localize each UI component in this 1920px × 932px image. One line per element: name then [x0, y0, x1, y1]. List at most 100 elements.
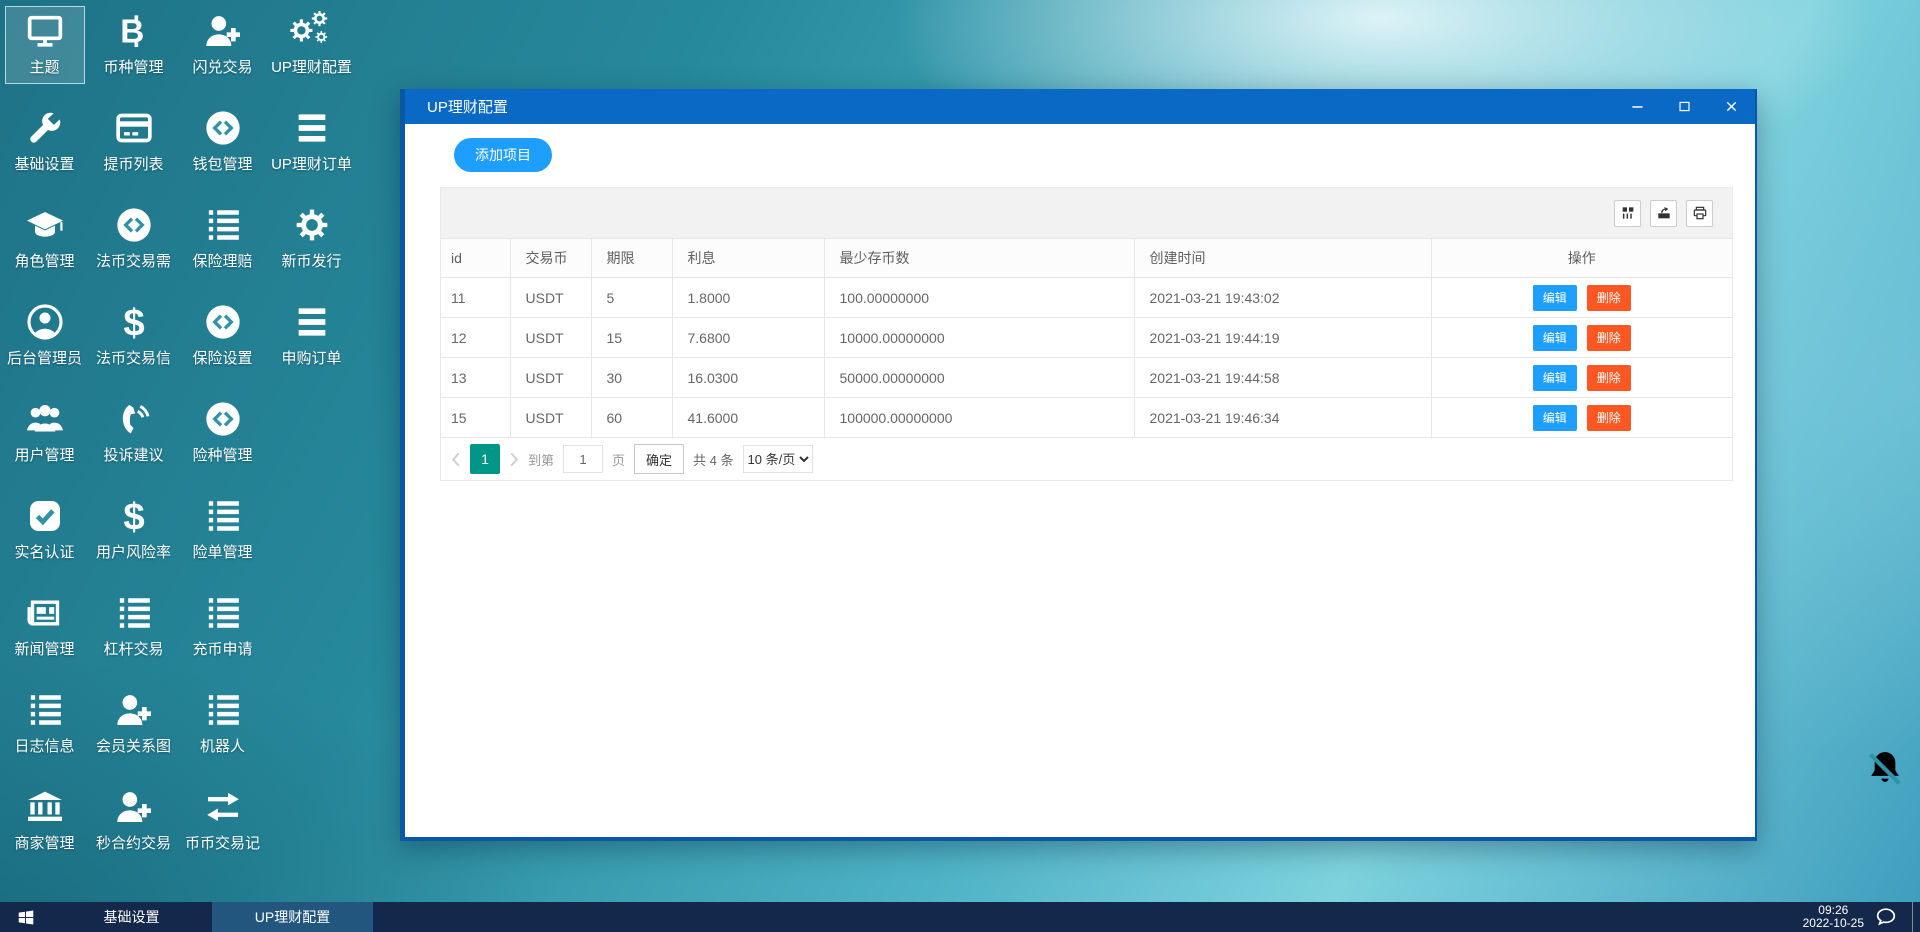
- desktop-icon-tile: 后台管理员: [5, 297, 85, 375]
- desktop-icon[interactable]: 后台管理员: [0, 291, 89, 388]
- desktop-icon[interactable]: B币种管理: [89, 0, 178, 97]
- desktop-icon[interactable]: 日志信息: [0, 679, 89, 776]
- desktop-icon[interactable]: 角色管理: [0, 194, 89, 291]
- table-cell: USDT: [510, 358, 591, 398]
- desktop-icon[interactable]: 险种管理: [178, 388, 267, 485]
- maximize-icon: [1678, 100, 1691, 113]
- bullet-list-icon: [23, 690, 67, 730]
- desktop-icon-row: 基础设置提币列表钱包管理UP理财订单: [0, 97, 356, 194]
- desktop-icon-row: 用户管理投诉建议险种管理: [0, 388, 356, 485]
- taskbar-items: 基础设置UP理财配置: [51, 902, 373, 932]
- maximize-button[interactable]: [1661, 89, 1708, 124]
- swap-arrows-icon: [201, 787, 245, 827]
- desktop-icon[interactable]: 闪兑交易: [178, 0, 267, 97]
- table-header-row: id交易币期限利息最少存币数创建时间操作: [441, 239, 1732, 278]
- desktop-icon[interactable]: 险单管理: [178, 485, 267, 582]
- desktop-icon-label: 商家管理: [14, 832, 74, 853]
- export-button[interactable]: [1650, 200, 1677, 227]
- desktop-icon[interactable]: 机器人: [178, 679, 267, 776]
- goto-page-input[interactable]: [563, 445, 603, 473]
- edit-button[interactable]: 编辑: [1533, 285, 1577, 311]
- desktop-icon-tile: 新闻管理: [5, 588, 85, 666]
- desktop-icon[interactable]: 钱包管理: [178, 97, 267, 194]
- chat-bubble-icon[interactable]: [1874, 905, 1898, 929]
- desktop-icon[interactable]: 杠杆交易: [89, 582, 178, 679]
- desktop-icon-label: 杠杆交易: [103, 638, 163, 659]
- desktop-icon[interactable]: UP理财配置: [267, 0, 356, 97]
- bars-icon: [290, 302, 334, 342]
- desktop-icon-tile: 主题: [5, 6, 85, 84]
- desktop-icon[interactable]: 充币申请: [178, 582, 267, 679]
- windows-icon: [15, 908, 37, 927]
- desktop-icon-tile: 险种管理: [183, 394, 263, 472]
- delete-button[interactable]: 删除: [1587, 365, 1631, 391]
- desktop-icon[interactable]: 保险设置: [178, 291, 267, 388]
- check-square-icon: [23, 496, 67, 536]
- taskbar-tray: 09:26 2022-10-25: [1803, 902, 1920, 932]
- desktop-icon[interactable]: 主题: [0, 0, 89, 97]
- desktop-icon[interactable]: 币币交易记: [178, 776, 267, 873]
- desktop-icon-tile: 会员关系图: [94, 685, 174, 763]
- taskbar-item[interactable]: 基础设置: [51, 902, 212, 932]
- desktop: 主题B币种管理闪兑交易UP理财配置基础设置提币列表钱包管理UP理财订单角色管理法…: [0, 0, 1920, 932]
- start-button[interactable]: [0, 902, 51, 932]
- desktop-icon-grid: 主题B币种管理闪兑交易UP理财配置基础设置提币列表钱包管理UP理财订单角色管理法…: [0, 0, 356, 873]
- desktop-icon[interactable]: 基础设置: [0, 97, 89, 194]
- taskbar-item[interactable]: UP理财配置: [212, 902, 373, 932]
- desktop-icon[interactable]: 新闻管理: [0, 582, 89, 679]
- desktop-icon[interactable]: $法币交易信: [89, 291, 178, 388]
- bullet-list-icon: [112, 593, 156, 633]
- table-cell: 10000.00000000: [824, 318, 1134, 358]
- desktop-icon[interactable]: UP理财订单: [267, 97, 356, 194]
- desktop-icon[interactable]: 提币列表: [89, 97, 178, 194]
- show-desktop-button[interactable]: [1912, 902, 1920, 932]
- desktop-icon[interactable]: 保险理赔: [178, 194, 267, 291]
- filter-columns-button[interactable]: [1614, 200, 1641, 227]
- desktop-icon[interactable]: 会员关系图: [89, 679, 178, 776]
- table-cell: 2021-03-21 19:44:58: [1134, 358, 1431, 398]
- desktop-icon[interactable]: 实名认证: [0, 485, 89, 582]
- bitcoin-icon: B: [112, 11, 156, 51]
- delete-button[interactable]: 删除: [1587, 325, 1631, 351]
- graduation-cap-icon: [23, 205, 67, 245]
- add-item-button[interactable]: 添加项目: [454, 138, 552, 172]
- desktop-icon[interactable]: 投诉建议: [89, 388, 178, 485]
- desktop-icon[interactable]: 秒合约交易: [89, 776, 178, 873]
- prev-page-icon[interactable]: [451, 452, 461, 467]
- bell-slash-icon[interactable]: [1862, 746, 1908, 792]
- desktop-icon[interactable]: 用户管理: [0, 388, 89, 485]
- gears-icon: [290, 11, 334, 51]
- desktop-icon[interactable]: $用户风险率: [89, 485, 178, 582]
- bank-icon: [23, 787, 67, 827]
- confirm-page-button[interactable]: 确定: [634, 444, 684, 474]
- desktop-icon[interactable]: 新币发行: [267, 194, 356, 291]
- column-header: 最少存币数: [824, 239, 1134, 278]
- column-header: 期限: [591, 239, 672, 278]
- edit-button[interactable]: 编辑: [1533, 365, 1577, 391]
- desktop-icon-label: 币币交易记: [185, 832, 260, 853]
- current-page-button[interactable]: 1: [470, 444, 500, 474]
- minimize-button[interactable]: [1614, 89, 1661, 124]
- desktop-icon[interactable]: 申购订单: [267, 291, 356, 388]
- page-size-select[interactable]: 10 条/页: [743, 445, 813, 473]
- bullet-list-icon: [201, 593, 245, 633]
- edit-button[interactable]: 编辑: [1533, 405, 1577, 431]
- newspaper-icon: [23, 593, 67, 633]
- delete-button[interactable]: 删除: [1587, 405, 1631, 431]
- delete-button[interactable]: 删除: [1587, 285, 1631, 311]
- table-cell: 50000.00000000: [824, 358, 1134, 398]
- desktop-icon-tile: 角色管理: [5, 200, 85, 278]
- desktop-icon-label: 险单管理: [192, 541, 252, 562]
- window-titlebar[interactable]: UP理财配置: [405, 89, 1755, 124]
- table-cell: 100.00000000: [824, 278, 1134, 318]
- filter-grid-icon: [1620, 205, 1636, 221]
- desktop-icon[interactable]: 法币交易需: [89, 194, 178, 291]
- close-button[interactable]: [1708, 89, 1755, 124]
- edit-button[interactable]: 编辑: [1533, 325, 1577, 351]
- print-button[interactable]: [1686, 200, 1713, 227]
- desktop-icon[interactable]: 商家管理: [0, 776, 89, 873]
- bullet-list-icon: [201, 496, 245, 536]
- print-icon: [1692, 205, 1708, 221]
- taskbar-clock[interactable]: 09:26 2022-10-25: [1803, 904, 1864, 930]
- next-page-icon[interactable]: [509, 452, 519, 467]
